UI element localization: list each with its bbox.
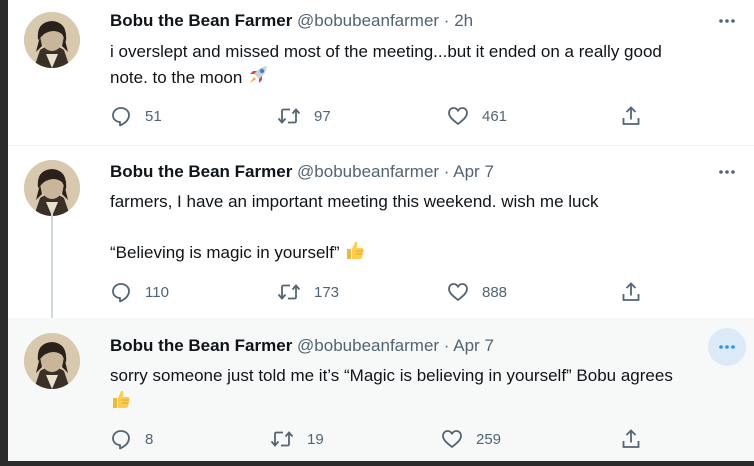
separator-dot: ·: [443, 11, 450, 30]
avatar[interactable]: [24, 12, 80, 68]
tweet-text-line-with-emoji: “Believing is magic in yourself”: [110, 239, 750, 268]
reply-icon: [112, 107, 130, 127]
retweet-count: 173: [314, 283, 340, 301]
reply-button[interactable]: 110: [110, 281, 169, 303]
tweet[interactable]: Bobu the Bean Farmer @bobubeanfarmer · 2…: [8, 0, 754, 146]
reply-button[interactable]: 51: [110, 105, 162, 127]
author-name[interactable]: Bobu the Bean Farmer: [110, 162, 292, 181]
share-icon: [622, 429, 640, 448]
author-handle[interactable]: @bobubeanfarmer: [297, 336, 439, 355]
tweet-text-emoji-line: [110, 388, 750, 417]
tweet-text-line: sorry someone just told me it’s “Magic i…: [110, 366, 673, 385]
share-button[interactable]: [620, 105, 655, 127]
like-button[interactable]: 888: [447, 281, 507, 303]
tweet-actions: 8 19 259: [110, 428, 670, 452]
separator-dot: ·: [443, 336, 450, 355]
retweet-button[interactable]: 97: [277, 105, 331, 127]
thread-connector-line: [51, 210, 53, 334]
heart-icon: [448, 107, 468, 125]
more-options-button[interactable]: [708, 153, 746, 191]
share-button[interactable]: [620, 281, 655, 303]
avatar[interactable]: [24, 160, 80, 216]
author-handle[interactable]: @bobubeanfarmer: [297, 11, 439, 30]
tweet[interactable]: Bobu the Bean Farmer @bobubeanfarmer · A…: [8, 146, 754, 318]
thumbs-up-emoji-icon: [344, 239, 366, 268]
retweet-count: 97: [314, 107, 331, 125]
more-options-button[interactable]: [708, 328, 746, 366]
retweet-icon: [277, 108, 301, 124]
share-icon: [622, 106, 640, 125]
tweet-actions: 51 97 461: [110, 105, 670, 129]
more-horizontal-icon: [719, 170, 735, 174]
more-horizontal-icon: [719, 345, 735, 349]
tweet-text-line: “Believing is magic in yourself”: [110, 242, 340, 262]
like-button[interactable]: 461: [447, 105, 507, 127]
reply-button[interactable]: 8: [110, 428, 153, 450]
thumbs-up-emoji-icon: [110, 388, 132, 417]
heart-icon: [442, 430, 462, 448]
share-icon: [622, 282, 640, 301]
tweet-text: i overslept and missed most of the meeti…: [110, 39, 750, 93]
window-frame-bottom: [0, 461, 754, 466]
like-count: 259: [476, 430, 502, 448]
share-button[interactable]: [620, 428, 655, 450]
tweet-text-line-with-emoji: note. to the moon: [110, 64, 750, 93]
tweet-timestamp[interactable]: Apr 7: [453, 162, 494, 181]
avatar[interactable]: [24, 333, 80, 389]
reply-icon: [112, 283, 130, 303]
tweet-text-line: i overslept and missed most of the meeti…: [110, 42, 662, 61]
author-handle[interactable]: @bobubeanfarmer: [297, 162, 439, 181]
like-count: 461: [482, 107, 508, 125]
tweet-actions: 110 173 888: [110, 281, 670, 305]
like-count: 888: [482, 283, 508, 301]
window-frame-left: [0, 0, 8, 466]
tweet-text: farmers, I have an important meeting thi…: [110, 189, 750, 268]
retweet-count: 19: [307, 430, 324, 448]
tweet-text-line: note. to the moon: [110, 67, 243, 87]
tweet-header: Bobu the Bean Farmer @bobubeanfarmer · A…: [110, 161, 494, 183]
tweet-timestamp[interactable]: Apr 7: [453, 336, 494, 355]
tweet-text-line: farmers, I have an important meeting thi…: [110, 192, 599, 211]
reply-count: 8: [145, 430, 154, 448]
retweet-icon: [270, 431, 294, 447]
tweet-timestamp[interactable]: 2h: [454, 11, 473, 30]
reply-count: 110: [145, 283, 169, 301]
more-horizontal-icon: [719, 19, 735, 23]
author-name[interactable]: Bobu the Bean Farmer: [110, 336, 292, 355]
rocket-emoji-icon: [247, 64, 269, 93]
retweet-button[interactable]: 19: [270, 428, 324, 450]
retweet-button[interactable]: 173: [277, 281, 339, 303]
like-button[interactable]: 259: [441, 428, 501, 450]
separator-dot: ·: [443, 162, 450, 181]
retweet-icon: [277, 284, 301, 300]
tweet-header: Bobu the Bean Farmer @bobubeanfarmer · A…: [110, 335, 494, 357]
tweet-text: sorry someone just told me it’s “Magic i…: [110, 363, 750, 417]
tweet[interactable]: Bobu the Bean Farmer @bobubeanfarmer · A…: [8, 318, 754, 461]
reply-icon: [112, 430, 130, 450]
reply-count: 51: [145, 107, 162, 125]
tweet-header: Bobu the Bean Farmer @bobubeanfarmer · 2…: [110, 10, 473, 32]
heart-icon: [448, 283, 468, 301]
more-options-button[interactable]: [708, 2, 746, 40]
author-name[interactable]: Bobu the Bean Farmer: [110, 11, 292, 30]
